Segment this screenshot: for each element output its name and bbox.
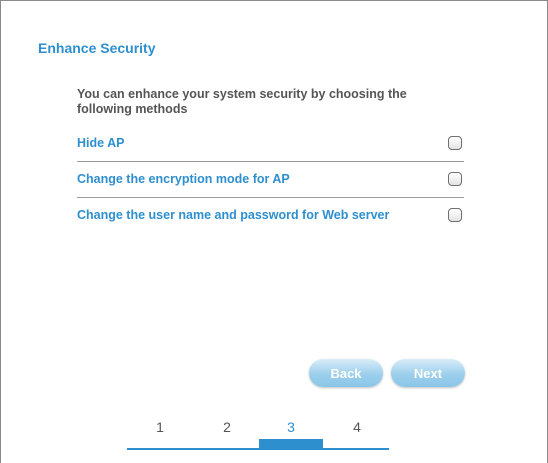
current-step-marker [259, 439, 323, 448]
step-3: 3 [287, 419, 295, 435]
option-hide-ap: Hide AP [77, 125, 464, 162]
step-4: 4 [353, 419, 361, 435]
back-button[interactable]: Back [309, 359, 383, 387]
page-title: Enhance Security [38, 40, 156, 56]
option-hide-ap-label: Hide AP [77, 136, 125, 150]
web-credentials-checkbox[interactable] [448, 208, 462, 222]
intro-text: You can enhance your system security by … [77, 87, 407, 116]
encryption-mode-checkbox[interactable] [448, 172, 462, 186]
step-1: 1 [156, 419, 164, 435]
option-encryption-mode: Change the encryption mode for AP [77, 161, 464, 198]
option-web-credentials-label: Change the user name and password for We… [77, 208, 390, 222]
hide-ap-checkbox[interactable] [448, 136, 462, 150]
option-encryption-mode-label: Change the encryption mode for AP [77, 172, 290, 186]
step-indicator: 1 2 3 4 [127, 411, 389, 451]
step-progress-line [127, 448, 389, 450]
next-button[interactable]: Next [391, 359, 465, 387]
setup-wizard-panel: Enhance Security You can enhance your sy… [0, 0, 548, 463]
step-2: 2 [223, 419, 231, 435]
option-web-credentials: Change the user name and password for We… [77, 197, 464, 233]
